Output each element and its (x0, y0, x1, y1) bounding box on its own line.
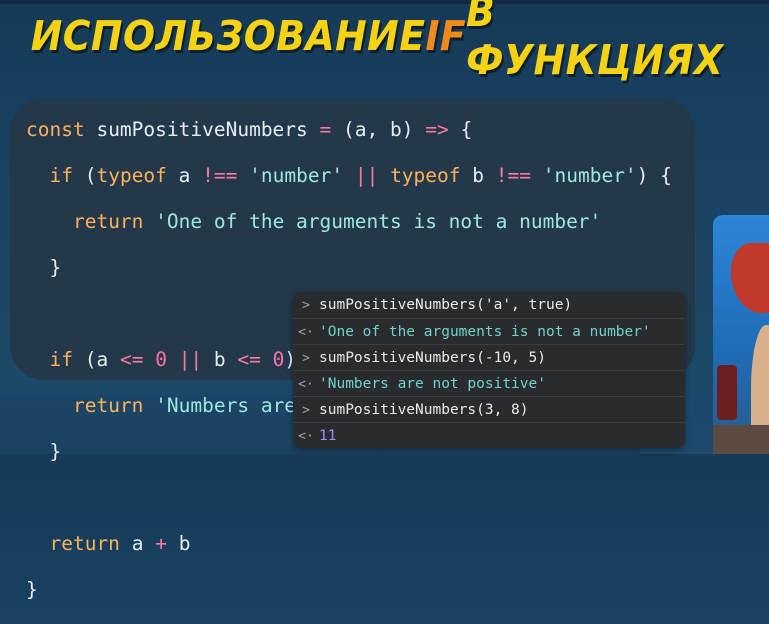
code-line: } (26, 578, 38, 601)
title-part1: ИСПОЛЬЗОВАНИЕ (30, 12, 426, 60)
code-line: return 'One of the arguments is not a nu… (72, 210, 602, 233)
console-output-row: <· 'One of the arguments is not a number… (293, 318, 685, 345)
result-arrow-icon: <· (298, 324, 314, 340)
console-input-row[interactable]: > sumPositiveNumbers('a', true) (293, 292, 685, 318)
console-output-text: 'One of the arguments is not a number' (319, 324, 651, 340)
prompt-chevron-icon: > (302, 402, 310, 418)
code-line: const sumPositiveNumbers = (a, b) => { (26, 118, 473, 141)
title-highlight: IF (425, 12, 467, 60)
presenter-shape (731, 243, 769, 313)
result-arrow-icon: <· (298, 428, 314, 444)
presenter-shape (717, 365, 737, 420)
console-input-text: sumPositiveNumbers(3, 8) (319, 402, 529, 418)
code-line: return a + b (49, 532, 191, 555)
console-output-row: <· 11 (293, 422, 685, 448)
slide-title: ИСПОЛЬЗОВАНИЕ IF В ФУНКЦИЯХ (30, 0, 738, 84)
console-output-text: 11 (319, 428, 337, 444)
console-output-row: <· 'Numbers are not positive' (293, 370, 685, 397)
prompt-chevron-icon: > (302, 350, 310, 366)
presenter-video (713, 215, 769, 454)
devtools-console[interactable]: > sumPositiveNumbers('a', true) <· 'One … (293, 292, 685, 448)
result-arrow-icon: <· (298, 376, 314, 392)
console-output-text: 'Numbers are not positive' (319, 376, 546, 392)
code-line: if (typeof a !== 'number' || typeof b !=… (49, 164, 672, 187)
console-input-text: sumPositiveNumbers('a', true) (319, 297, 573, 313)
title-part2: В ФУНКЦИЯХ (466, 0, 724, 84)
console-input-row[interactable]: > sumPositiveNumbers(3, 8) (293, 396, 685, 423)
presenter-shape (713, 425, 769, 454)
console-input-text: sumPositiveNumbers(-10, 5) (319, 350, 546, 366)
code-line: } (49, 256, 62, 279)
console-input-row[interactable]: > sumPositiveNumbers(-10, 5) (293, 344, 685, 371)
prompt-chevron-icon: > (302, 297, 310, 313)
